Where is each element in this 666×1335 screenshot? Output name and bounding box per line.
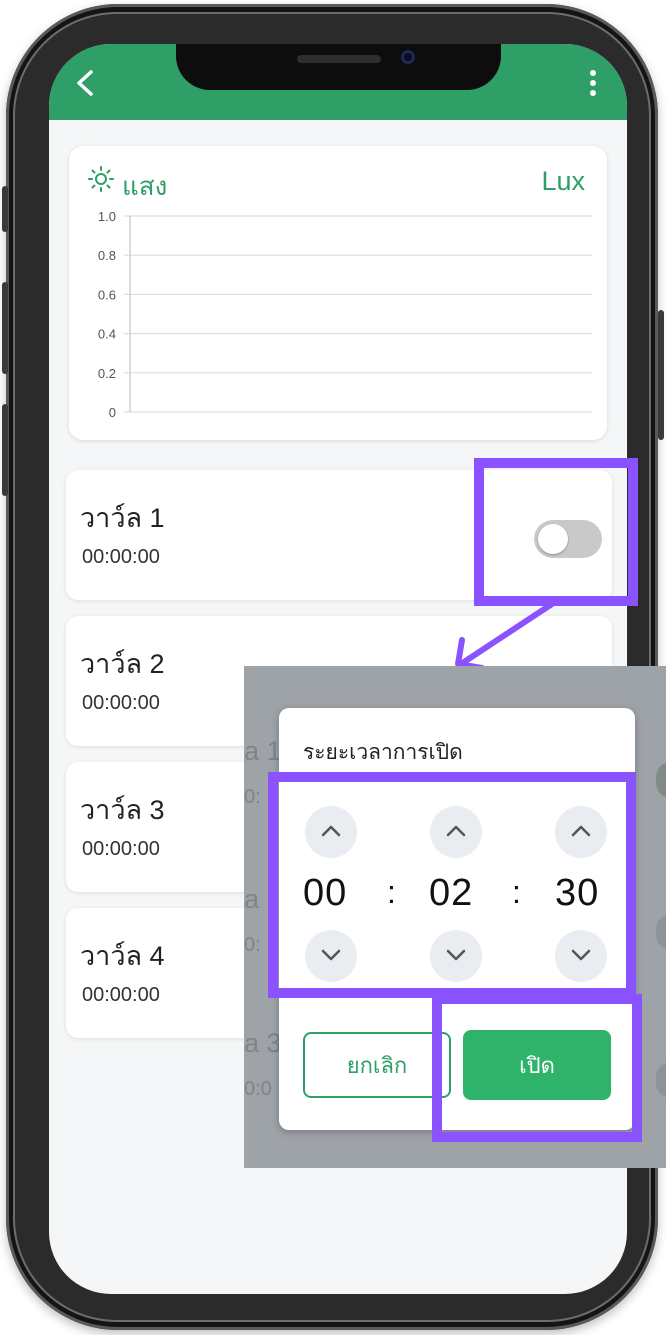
valve-time: 00:00:00 bbox=[82, 692, 160, 714]
toggle-highlight-box bbox=[474, 458, 638, 606]
y-tick-label: 0.8 bbox=[98, 248, 116, 263]
front-camera bbox=[401, 50, 415, 64]
background-toggle bbox=[656, 914, 666, 950]
background-valve-label: a bbox=[244, 884, 260, 914]
more-menu-icon[interactable] bbox=[587, 68, 599, 98]
valve-name: วาว์ล 3 bbox=[80, 795, 165, 825]
y-tick-label: 0 bbox=[109, 405, 116, 420]
background-toggle bbox=[656, 1062, 666, 1098]
y-tick-label: 0.6 bbox=[98, 287, 116, 302]
back-arrow-icon[interactable] bbox=[71, 68, 101, 98]
valve-name: วาว์ล 1 bbox=[80, 503, 165, 533]
background-valve-time: 0: bbox=[244, 934, 261, 956]
background-valve-label: a 3 bbox=[244, 1028, 282, 1058]
sun-icon bbox=[88, 166, 114, 192]
time-picker-highlight-box bbox=[268, 772, 636, 998]
light-chart: 1.0 0.8 0.6 0.4 0.2 0 bbox=[98, 209, 592, 420]
cancel-button[interactable]: ยกเลิก bbox=[303, 1032, 451, 1098]
valve-time: 00:00:00 bbox=[82, 984, 160, 1006]
pointer-arrow-icon bbox=[455, 601, 555, 671]
background-valve-label: a 1 bbox=[244, 736, 282, 766]
app-bar bbox=[49, 44, 627, 120]
y-tick-label: 1.0 bbox=[98, 209, 116, 224]
valve-name: วาว์ล 2 bbox=[80, 649, 165, 679]
background-valve-time: 0:0 bbox=[244, 1078, 272, 1100]
valve-time: 00:00:00 bbox=[82, 838, 160, 860]
power-button bbox=[658, 310, 664, 440]
volume-down-button bbox=[2, 404, 8, 496]
mute-switch bbox=[2, 186, 8, 232]
phone-notch bbox=[176, 44, 501, 90]
y-tick-label: 0.2 bbox=[98, 366, 116, 381]
background-valve-time: 0: bbox=[244, 786, 261, 808]
y-tick-label: 0.4 bbox=[98, 327, 116, 342]
valve-name: วาว์ล 4 bbox=[80, 941, 165, 971]
open-button-highlight-box bbox=[432, 994, 642, 1142]
volume-up-button bbox=[2, 282, 8, 374]
valve-time: 00:00:00 bbox=[82, 546, 160, 568]
chart-unit: Lux bbox=[541, 166, 585, 196]
background-toggle bbox=[656, 762, 666, 798]
dialog-title: ระยะเวลาการเปิด bbox=[303, 741, 463, 764]
speaker-grille bbox=[297, 55, 381, 63]
